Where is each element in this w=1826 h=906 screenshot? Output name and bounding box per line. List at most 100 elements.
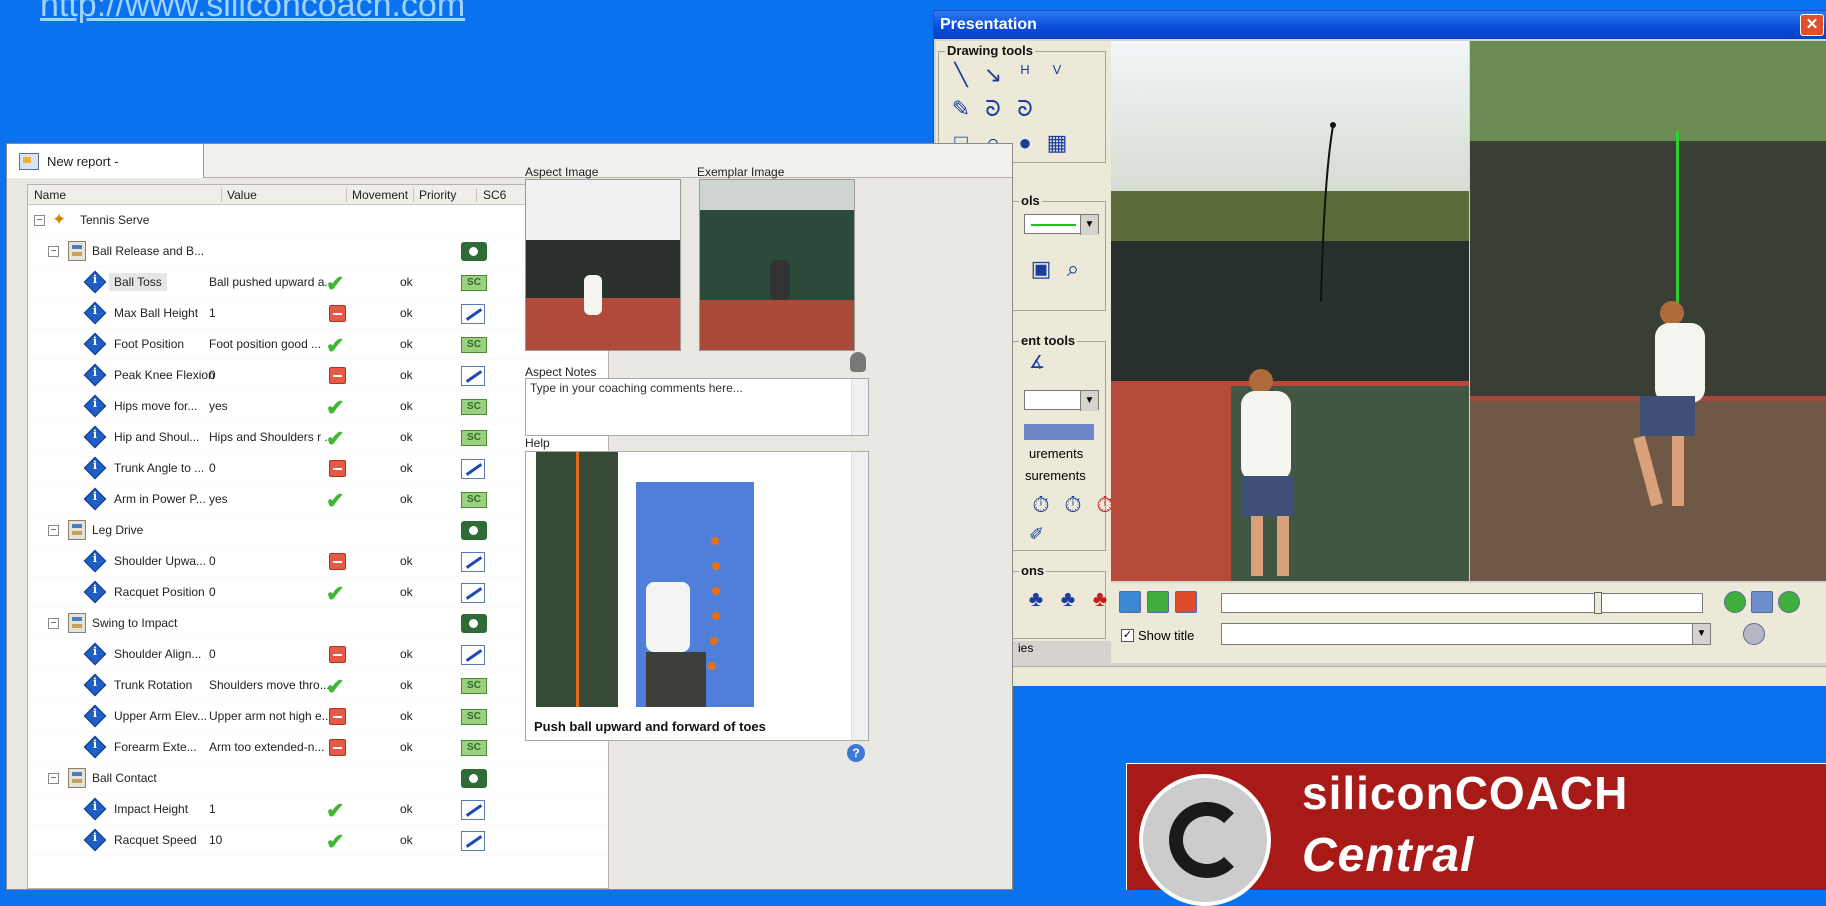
tree-item-row[interactable]: i Trunk Rotation Shoulders move thro... ✔ ok… — [28, 670, 608, 701]
timeline-thumb[interactable] — [1594, 592, 1602, 614]
col-name[interactable]: Name — [34, 188, 66, 202]
collapse-icon[interactable]: − — [48, 618, 59, 629]
edit-icon[interactable] — [461, 304, 485, 324]
aspect-image[interactable] — [525, 179, 681, 351]
edit-icon[interactable] — [461, 583, 485, 603]
linked-clip-icon[interactable]: SC — [461, 399, 487, 415]
notes-scrollbar[interactable] — [851, 379, 868, 435]
edit-icon[interactable] — [461, 831, 485, 851]
close-icon[interactable]: ✕ — [1800, 14, 1824, 36]
tree-item-row[interactable]: i Foot Position Foot position good ... ✔ ok S… — [28, 329, 608, 360]
vertical-line-icon[interactable]: V — [1045, 62, 1069, 88]
tree-group-row[interactable]: − Swing to Impact — [28, 608, 608, 639]
microphone-icon[interactable] — [850, 352, 866, 372]
forward-icon[interactable] — [1778, 591, 1800, 613]
edit-icon[interactable] — [461, 800, 485, 820]
tree-group-row[interactable]: − Leg Drive — [28, 515, 608, 546]
tree-item-row[interactable]: i Upper Arm Elev... Upper arm not high e..… — [28, 701, 608, 732]
skip-start-icon[interactable] — [1119, 591, 1141, 613]
edit-icon[interactable] — [461, 552, 485, 572]
collapse-icon[interactable]: − — [48, 525, 59, 536]
arrow-tool-icon[interactable]: ↘ — [981, 62, 1005, 88]
check-icon[interactable]: ✔ — [326, 488, 344, 514]
checkbox-icon[interactable]: ✓ — [1121, 629, 1134, 642]
col-sc6[interactable]: SC6 — [483, 188, 506, 202]
col-movement[interactable]: Movement — [352, 188, 408, 202]
spline-tool-icon[interactable]: ᘐ — [1013, 96, 1037, 122]
linked-clip-icon[interactable]: SC — [461, 337, 487, 353]
minus-icon[interactable] — [329, 646, 346, 663]
tab-new-report[interactable]: New report - — [7, 144, 204, 178]
check-icon[interactable]: ✔ — [326, 798, 344, 824]
stopwatch-icon[interactable]: ⏱ — [1061, 492, 1085, 518]
camera-icon[interactable] — [461, 769, 487, 788]
fill-tool-icon[interactable]: ● — [1013, 130, 1037, 156]
tree-item-row[interactable]: i Racquet Speed 10 ✔ ok — [28, 825, 608, 856]
tree-item-row[interactable]: i Racquet Position 0 ✔ ok — [28, 577, 608, 608]
minus-icon[interactable] — [329, 305, 346, 322]
minus-icon[interactable] — [329, 553, 346, 570]
tree-item-row[interactable]: i Hips move for... yes ✔ ok SC — [28, 391, 608, 422]
linked-clip-icon[interactable]: SC — [461, 275, 487, 291]
pencil-tool-icon[interactable]: ✎ — [949, 96, 973, 122]
back-icon[interactable] — [1724, 591, 1746, 613]
action-icon-3[interactable]: ♣ — [1088, 586, 1112, 612]
horizontal-line-icon[interactable]: H — [1013, 62, 1037, 88]
edit-icon[interactable] — [461, 459, 485, 479]
col-priority[interactable]: Priority — [419, 188, 456, 202]
tree-group-row[interactable]: − Ball Release and B... — [28, 236, 608, 267]
aspect-notes-input[interactable]: Type in your coaching comments here... — [525, 378, 869, 436]
help-icon[interactable]: ? — [847, 744, 865, 762]
ruler-icon[interactable] — [1024, 424, 1094, 440]
collapse-icon[interactable]: − — [34, 215, 45, 226]
line-tool-icon[interactable]: ╲ — [949, 62, 973, 88]
linked-clip-icon[interactable]: SC — [461, 430, 487, 446]
edit-icon[interactable]: ✐ — [1029, 524, 1044, 545]
tree-group-row[interactable]: − Ball Contact — [28, 763, 608, 794]
linked-clip-icon[interactable]: SC — [461, 740, 487, 756]
edit-icon[interactable] — [461, 366, 485, 386]
col-value[interactable]: Value — [227, 188, 257, 202]
help-scrollbar[interactable] — [851, 452, 868, 740]
edit-icon[interactable] — [461, 645, 485, 665]
tree-item-row[interactable]: i Peak Knee Flexion 0 ok — [28, 360, 608, 391]
save-icon[interactable]: ▣ — [1029, 256, 1053, 282]
camera-icon[interactable] — [461, 521, 487, 540]
tree-root-row[interactable]: − ✦ Tennis Serve — [28, 205, 608, 236]
angle-tool-icon[interactable]: ∡ — [1029, 352, 1045, 373]
tree-item-row[interactable]: i Hip and Shoul... Hips and Shoulders r ..… — [28, 422, 608, 453]
video-frame-left[interactable] — [1111, 41, 1469, 581]
linked-clip-icon[interactable]: SC — [461, 709, 487, 725]
camera-icon[interactable] — [461, 614, 487, 633]
exemplar-image[interactable] — [699, 179, 855, 351]
timeline-slider[interactable] — [1221, 592, 1703, 614]
tree-item-row[interactable]: i Ball Toss Ball pushed upward a... ✔ ok SC — [28, 267, 608, 298]
tree-item-row[interactable]: i Trunk Angle to ... 0 ok — [28, 453, 608, 484]
check-icon[interactable]: ✔ — [326, 395, 344, 421]
check-icon[interactable]: ✔ — [326, 426, 344, 452]
camera-icon[interactable] — [461, 242, 487, 261]
tree-item-row[interactable]: i Max Ball Height 1 ok — [28, 298, 608, 329]
minus-icon[interactable] — [329, 367, 346, 384]
check-icon[interactable]: ✔ — [326, 829, 344, 855]
tree-item-row[interactable]: i Impact Height 1 ✔ ok — [28, 794, 608, 825]
collapse-icon[interactable]: − — [48, 246, 59, 257]
tree-item-row[interactable]: i Arm in Power P... yes ✔ ok SC — [28, 484, 608, 515]
zoom-icon[interactable]: ⌕ — [1061, 256, 1085, 282]
pause-icon[interactable] — [1743, 623, 1765, 645]
check-icon[interactable]: ✔ — [326, 271, 344, 297]
check-icon[interactable]: ✔ — [326, 674, 344, 700]
tree-item-row[interactable]: i Shoulder Upwa... 0 ok — [28, 546, 608, 577]
show-title-checkbox[interactable]: ✓ Show title — [1121, 628, 1194, 643]
action-icon-1[interactable]: ♣ — [1024, 586, 1048, 612]
play-icon[interactable] — [1147, 591, 1169, 613]
measurement-dropdown[interactable]: ▼ — [1024, 390, 1099, 411]
collapse-icon[interactable]: − — [48, 773, 59, 784]
timer-icon[interactable]: ⏱ — [1029, 492, 1053, 518]
website-link[interactable]: http://www.siliconcoach.com — [40, 0, 465, 25]
action-icon-2[interactable]: ♣ — [1056, 586, 1080, 612]
tree-item-row[interactable]: i Shoulder Align... 0 ok — [28, 639, 608, 670]
minus-icon[interactable] — [329, 739, 346, 756]
stop-icon[interactable] — [1175, 591, 1197, 613]
minus-icon[interactable] — [329, 460, 346, 477]
